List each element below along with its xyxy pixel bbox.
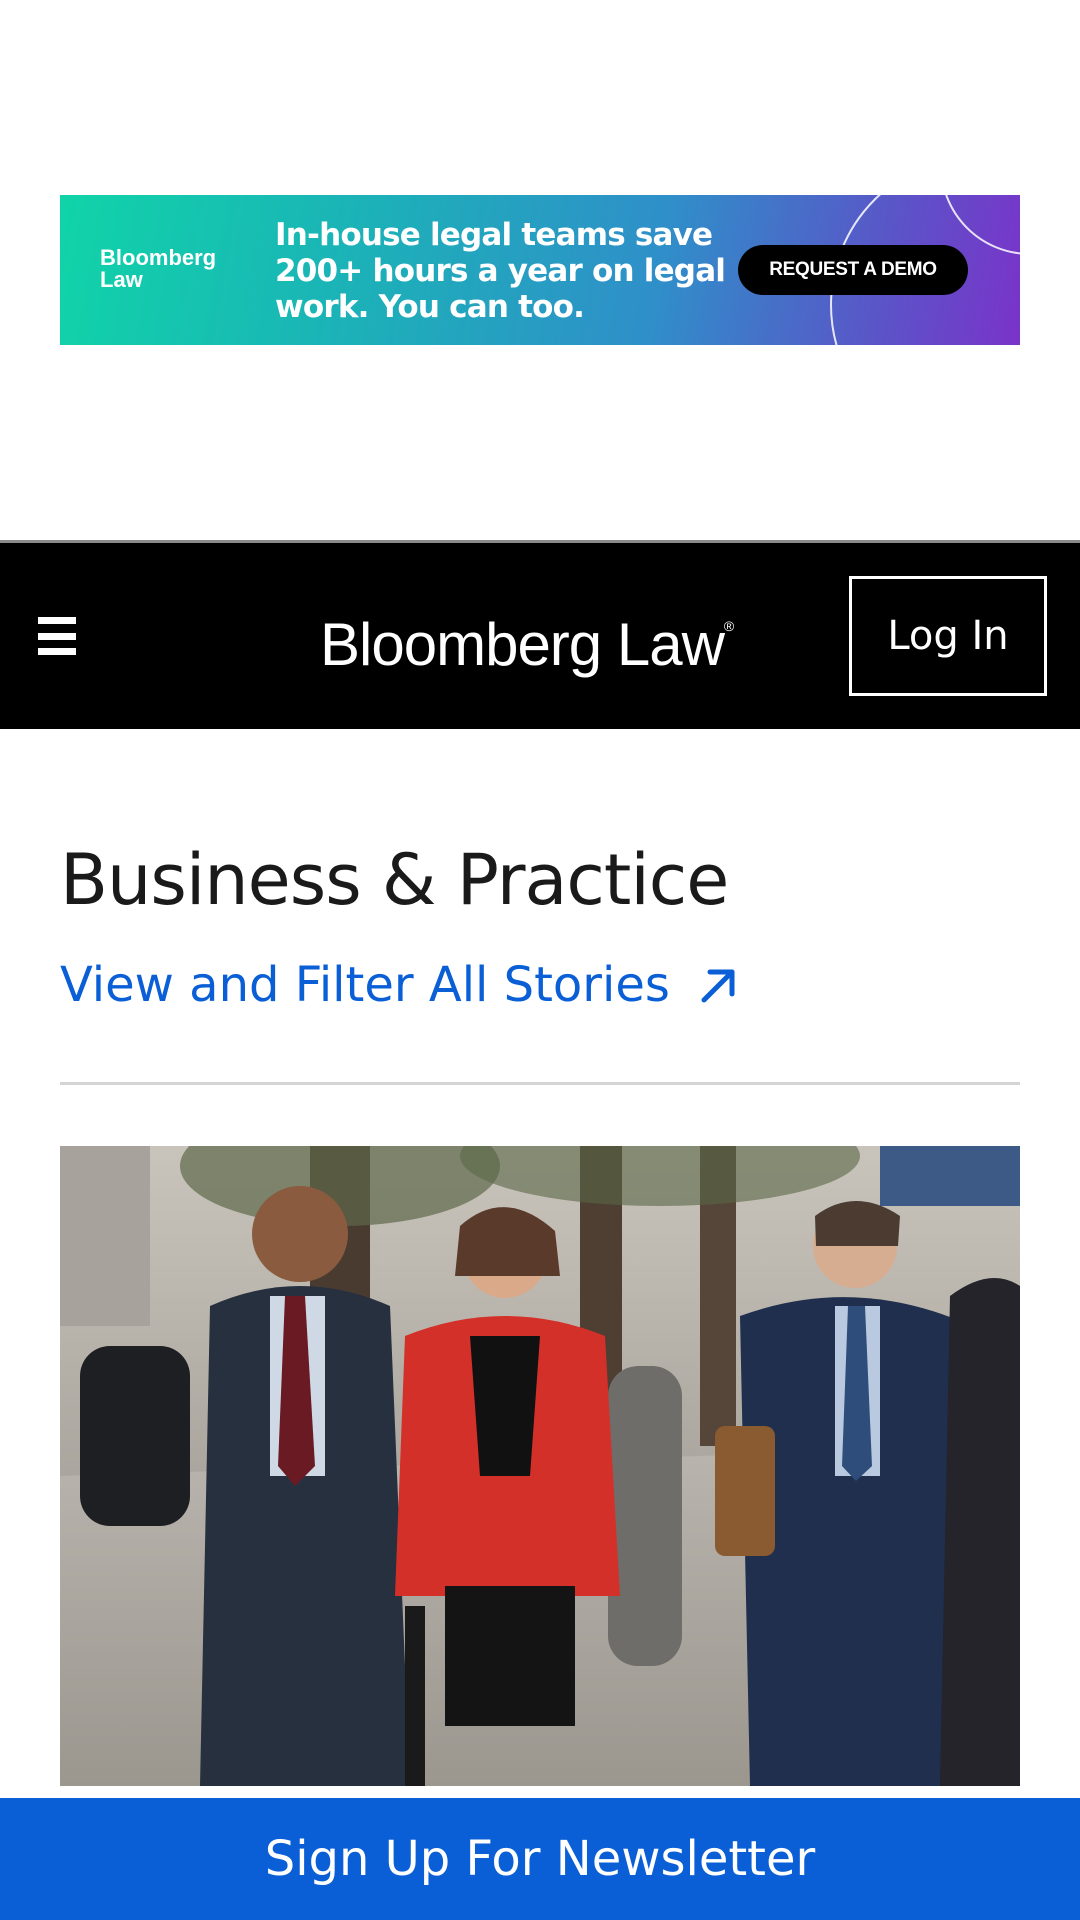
ad-logo: Bloomberg Law (100, 247, 240, 291)
brand-name: Bloomberg Law (320, 611, 725, 678)
story-image[interactable] (60, 1146, 1020, 1786)
ad-headline-line2: 200+ hours a year on legal (275, 253, 726, 289)
ad-logo-line1: Bloomberg (100, 245, 217, 270)
view-filter-stories-link[interactable]: View and Filter All Stories (60, 955, 740, 1015)
hamburger-menu-icon[interactable] (38, 617, 76, 655)
story-photo (60, 1146, 1020, 1786)
brand-registered-mark: ® (723, 618, 734, 634)
ad-headline-line1: In-house legal teams save (275, 217, 713, 253)
ad-logo-line2: Law (100, 267, 143, 292)
site-header: Bloomberg Law® Log In (0, 543, 1080, 729)
login-button[interactable]: Log In (849, 576, 1047, 696)
filter-link-label: View and Filter All Stories (60, 957, 670, 1013)
request-demo-button[interactable]: REQUEST A DEMO (738, 245, 968, 295)
page-title: Business & Practice (60, 839, 729, 921)
ad-headline: In-house legal teams save 200+ hours a y… (275, 217, 745, 325)
arrow-up-right-icon (701, 969, 735, 1003)
newsletter-signup-button[interactable]: Sign Up For Newsletter (0, 1798, 1080, 1920)
ad-headline-line3: work. You can too. (275, 289, 585, 325)
brand-logo[interactable]: Bloomberg Law® (320, 593, 760, 678)
section-divider (60, 1082, 1020, 1085)
ad-banner[interactable]: Bloomberg Law In-house legal teams save … (60, 195, 1020, 345)
